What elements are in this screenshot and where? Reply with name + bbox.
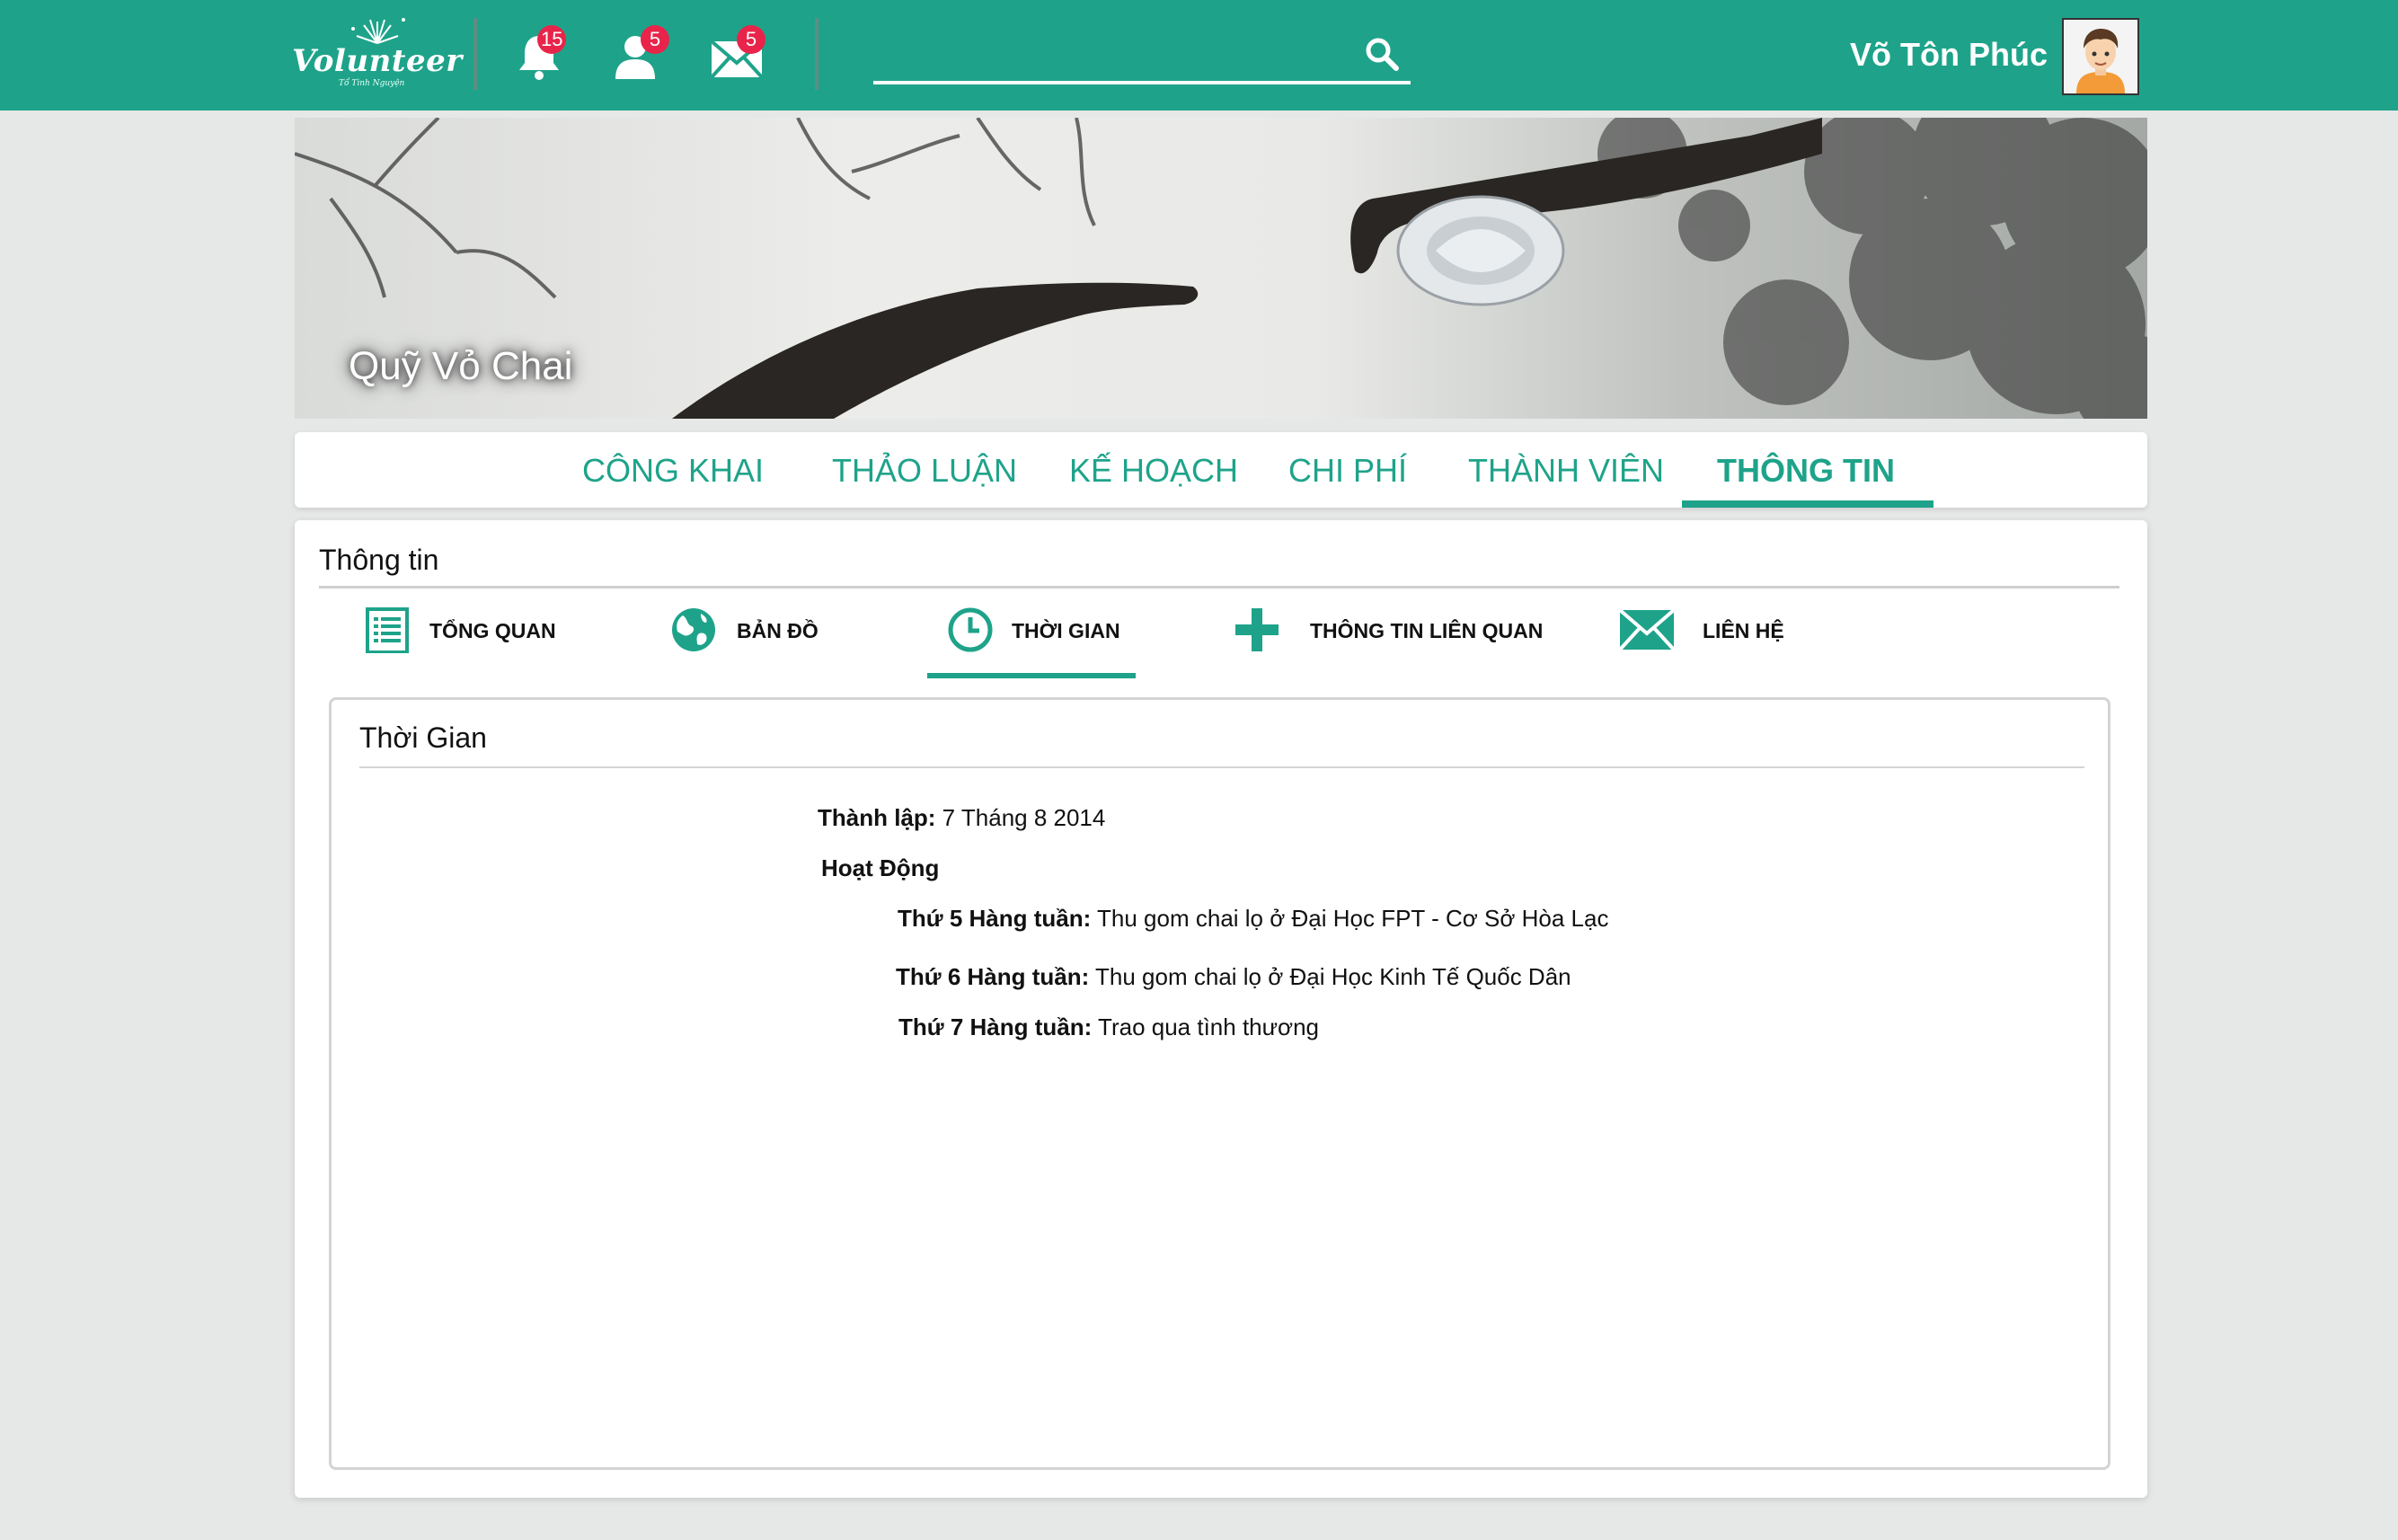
divider bbox=[473, 18, 477, 90]
activity-day: Thứ 6 Hàng tuần: bbox=[896, 963, 1090, 990]
globe-icon bbox=[672, 608, 715, 651]
group-name: Quỹ Vỏ Chai bbox=[349, 344, 573, 388]
subtab-overview-label: TỔNG QUAN bbox=[429, 619, 556, 642]
subtab-related-info[interactable]: THÔNG TIN LIÊN QUAN bbox=[1234, 606, 1543, 660]
time-section: Thời Gian Thành lập: 7 Tháng 8 2014 Hoạt… bbox=[329, 697, 2110, 1470]
subtab-map-label: BẢN ĐỒ bbox=[737, 619, 819, 642]
section-title: Thời Gian bbox=[359, 721, 487, 754]
search-icon[interactable] bbox=[1364, 36, 1400, 72]
panel-title: Thông tin bbox=[319, 544, 439, 576]
active-subtab-indicator bbox=[927, 673, 1136, 678]
activity-text: Trao qua tình thương bbox=[1098, 1013, 1320, 1040]
group-cover-banner: Quỹ Vỏ Chai bbox=[295, 118, 2147, 419]
activity-day: Thứ 7 Hàng tuần: bbox=[898, 1013, 1093, 1040]
founded-label: Thành lập: bbox=[818, 804, 936, 831]
top-navigation-bar: Volunteer Tổ Tình Nguyện 15 5 5 Võ Tôn P… bbox=[0, 0, 2398, 111]
tab-discussion[interactable]: THẢO LUẬN bbox=[832, 452, 1017, 490]
volunteer-logo[interactable]: Volunteer Tổ Tình Nguyện bbox=[292, 13, 462, 93]
subtab-time-label: THỜI GIAN bbox=[1012, 619, 1120, 642]
tab-members[interactable]: THÀNH VIÊN bbox=[1468, 452, 1664, 490]
activity-row: Thứ 5 Hàng tuần: Thu gom chai lọ ở Đại H… bbox=[898, 905, 1608, 933]
logo-wordmark: Volunteer bbox=[292, 43, 463, 79]
friend-request-count-badge: 5 bbox=[641, 25, 669, 54]
tab-plan[interactable]: KẾ HOẠCH bbox=[1069, 452, 1238, 490]
avatar-image bbox=[2064, 20, 2137, 93]
mail-icon bbox=[1618, 608, 1676, 651]
subtab-map[interactable]: BẢN ĐỒ bbox=[670, 606, 850, 660]
group-tabs: CÔNG KHAI THẢO LUẬN KẾ HOẠCH CHI PHÍ THÀ… bbox=[295, 432, 2147, 508]
tab-info[interactable]: THÔNG TIN bbox=[1717, 452, 1895, 490]
plus-icon bbox=[1235, 608, 1279, 651]
notifications-button[interactable]: 15 bbox=[512, 25, 567, 83]
activity-text: Thu gom chai lọ ở Đại Học FPT - Cơ Sở Hò… bbox=[1097, 905, 1609, 932]
subtab-contact[interactable]: LIÊN HỆ bbox=[1618, 606, 1798, 660]
subtab-overview[interactable]: TỔNG QUAN bbox=[365, 606, 562, 660]
user-name[interactable]: Võ Tôn Phúc bbox=[1850, 36, 2048, 74]
tab-expenses[interactable]: CHI PHÍ bbox=[1288, 452, 1407, 490]
list-icon bbox=[366, 607, 409, 653]
activity-row: Thứ 6 Hàng tuần: Thu gom chai lọ ở Đại H… bbox=[896, 963, 1571, 991]
search-underline bbox=[873, 81, 1411, 84]
activities-label: Hoạt Động bbox=[821, 854, 940, 881]
active-tab-indicator bbox=[1682, 500, 1933, 508]
subtab-contact-label: LIÊN HỆ bbox=[1703, 619, 1784, 642]
notification-count-badge: 15 bbox=[537, 25, 567, 54]
subtab-time[interactable]: THỜI GIAN bbox=[947, 606, 1127, 660]
messages-button[interactable]: 5 bbox=[710, 25, 765, 83]
message-count-badge: 5 bbox=[737, 25, 765, 54]
founded-value: 7 Tháng 8 2014 bbox=[942, 804, 1106, 831]
subtab-related-info-label: THÔNG TIN LIÊN QUAN bbox=[1310, 619, 1544, 642]
friend-requests-button[interactable]: 5 bbox=[608, 25, 669, 83]
tab-public[interactable]: CÔNG KHAI bbox=[582, 452, 764, 490]
logo-tagline: Tổ Tình Nguyện bbox=[339, 79, 405, 88]
divider bbox=[359, 766, 2084, 768]
clock-icon bbox=[948, 607, 993, 652]
activity-day: Thứ 5 Hàng tuần: bbox=[898, 905, 1092, 932]
search-input[interactable] bbox=[873, 36, 1353, 81]
divider bbox=[319, 586, 2119, 589]
activity-row: Thứ 7 Hàng tuần: Trao qua tình thương bbox=[898, 1013, 1319, 1041]
activities-heading: Hoạt Động bbox=[821, 854, 939, 882]
divider bbox=[815, 18, 819, 90]
info-panel: Thông tin TỔNG QUAN BẢN ĐỒ THỜI GIAN THÔ… bbox=[295, 520, 2147, 1498]
founded-row: Thành lập: 7 Tháng 8 2014 bbox=[818, 804, 1105, 832]
avatar[interactable] bbox=[2062, 18, 2139, 95]
activity-text: Thu gom chai lọ ở Đại Học Kinh Tế Quốc D… bbox=[1095, 963, 1571, 990]
